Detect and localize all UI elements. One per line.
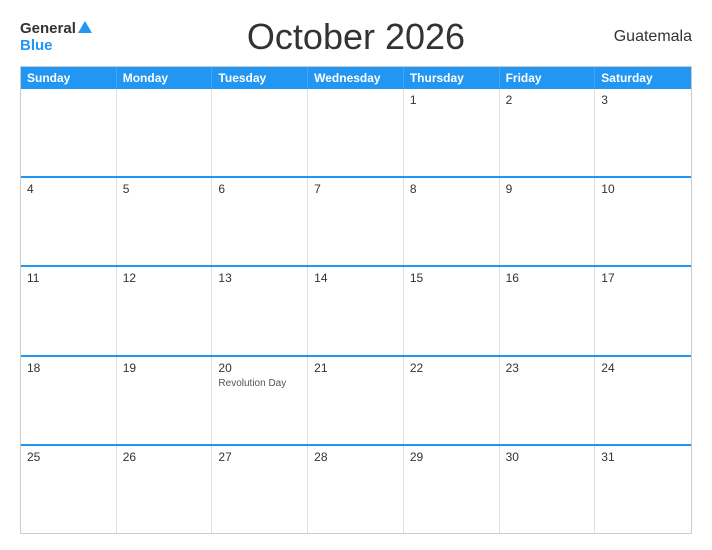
cal-day-number: 5 [123, 182, 206, 196]
logo: General Blue [20, 20, 100, 55]
cal-day-number: 20 [218, 361, 301, 375]
cal-day-number: 22 [410, 361, 493, 375]
cal-cell: 4 [21, 178, 117, 265]
cal-day-number: 18 [27, 361, 110, 375]
cal-cell: 12 [117, 267, 213, 354]
calendar-body: 1234567891011121314151617181920Revolutio… [21, 89, 691, 533]
cal-day-number: 25 [27, 450, 110, 464]
cal-cell: 11 [21, 267, 117, 354]
cal-cell: 24 [595, 357, 691, 444]
cal-day-number: 30 [506, 450, 589, 464]
cal-day-number: 3 [601, 93, 685, 107]
cal-day-number: 8 [410, 182, 493, 196]
cal-cell: 23 [500, 357, 596, 444]
cal-day-number: 23 [506, 361, 589, 375]
cal-day-number: 1 [410, 93, 493, 107]
cal-day-number: 4 [27, 182, 110, 196]
cal-cell: 25 [21, 446, 117, 533]
cal-day-number: 15 [410, 271, 493, 285]
cal-header-cell: Tuesday [212, 67, 308, 89]
cal-header-cell: Friday [500, 67, 596, 89]
logo-triangle-icon [78, 21, 92, 33]
cal-header-cell: Sunday [21, 67, 117, 89]
cal-week: 11 12 13 14 15 16 17 [21, 265, 691, 354]
cal-cell: 7 [308, 178, 404, 265]
cal-cell: 27 [212, 446, 308, 533]
calendar: SundayMondayTuesdayWednesdayThursdayFrid… [20, 66, 692, 534]
month-title: October 2026 [247, 16, 465, 58]
cal-day-number: 10 [601, 182, 685, 196]
cal-cell: 17 [595, 267, 691, 354]
cal-header-cell: Saturday [595, 67, 691, 89]
cal-cell: 29 [404, 446, 500, 533]
cal-cell: 3 [595, 89, 691, 176]
cal-week: 123 [21, 89, 691, 176]
cal-header-cell: Monday [117, 67, 213, 89]
cal-day-number: 13 [218, 271, 301, 285]
cal-day-number: 26 [123, 450, 206, 464]
cal-event-label: Revolution Day [218, 378, 286, 389]
cal-week: 25 26 27 28 29 30 31 [21, 444, 691, 533]
cal-cell: 9 [500, 178, 596, 265]
cal-cell: 2 [500, 89, 596, 176]
cal-cell [117, 89, 213, 176]
logo-blue-text: Blue [20, 37, 53, 54]
cal-cell: 28 [308, 446, 404, 533]
cal-cell: 19 [117, 357, 213, 444]
cal-cell: 10 [595, 178, 691, 265]
cal-day-number: 14 [314, 271, 397, 285]
cal-day-number: 12 [123, 271, 206, 285]
cal-cell: 15 [404, 267, 500, 354]
cal-cell [212, 89, 308, 176]
cal-day-number: 24 [601, 361, 685, 375]
cal-cell: 31 [595, 446, 691, 533]
cal-day-number: 28 [314, 450, 397, 464]
cal-header-cell: Thursday [404, 67, 500, 89]
cal-cell: 8 [404, 178, 500, 265]
cal-cell: 6 [212, 178, 308, 265]
cal-day-number: 9 [506, 182, 589, 196]
cal-day-number: 11 [27, 271, 110, 285]
calendar-header: SundayMondayTuesdayWednesdayThursdayFrid… [21, 67, 691, 89]
cal-cell: 1 [404, 89, 500, 176]
cal-cell: 20 Revolution Day [212, 357, 308, 444]
cal-week: 456789 10 [21, 176, 691, 265]
cal-day-number: 21 [314, 361, 397, 375]
cal-day-number: 29 [410, 450, 493, 464]
cal-day-number: 2 [506, 93, 589, 107]
cal-cell: 5 [117, 178, 213, 265]
cal-day-number: 7 [314, 182, 397, 196]
cal-header-cell: Wednesday [308, 67, 404, 89]
country-label: Guatemala [612, 28, 692, 46]
cal-day-number: 27 [218, 450, 301, 464]
logo-general-text: General [20, 20, 76, 37]
cal-cell: 26 [117, 446, 213, 533]
cal-cell: 22 [404, 357, 500, 444]
cal-day-number: 17 [601, 271, 685, 285]
cal-cell: 18 [21, 357, 117, 444]
cal-cell [308, 89, 404, 176]
cal-day-number: 19 [123, 361, 206, 375]
cal-cell: 16 [500, 267, 596, 354]
cal-cell: 21 [308, 357, 404, 444]
cal-day-number: 6 [218, 182, 301, 196]
cal-cell: 30 [500, 446, 596, 533]
cal-cell: 13 [212, 267, 308, 354]
cal-day-number: 16 [506, 271, 589, 285]
cal-cell [21, 89, 117, 176]
cal-cell: 14 [308, 267, 404, 354]
cal-week: 18 19 20 Revolution Day 21 22 23 24 [21, 355, 691, 444]
page-header: General Blue October 2026 Guatemala [20, 16, 692, 58]
cal-day-number: 31 [601, 450, 685, 464]
